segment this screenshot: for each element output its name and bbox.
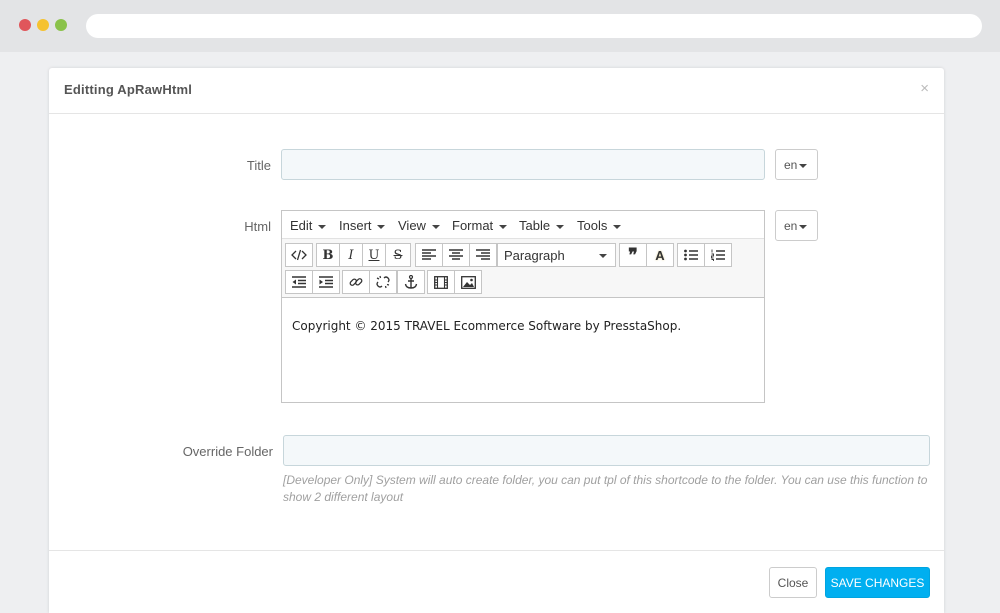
title-input[interactable]: [281, 149, 765, 180]
numbered-list-button[interactable]: [704, 243, 732, 267]
window-close-dot[interactable]: [19, 19, 31, 31]
override-folder-label: Override Folder: [182, 444, 273, 459]
source-code-button[interactable]: [285, 243, 313, 267]
modal-header: Editting ApRawHtml ×: [49, 68, 944, 114]
html-label: Html: [244, 219, 271, 234]
menu-edit-label: Edit: [290, 218, 313, 233]
menu-insert-label: Insert: [339, 218, 372, 233]
bold-icon: B: [322, 247, 334, 263]
film-icon: [434, 275, 448, 289]
insert-image-button[interactable]: [454, 270, 482, 294]
menu-tools[interactable]: Tools: [577, 218, 621, 233]
chevron-down-icon: [555, 224, 564, 229]
align-right-icon: [476, 249, 490, 260]
image-icon: [460, 275, 476, 289]
editor-content[interactable]: Copyright © 2015 TRAVEL Ecommerce Softwa…: [292, 319, 681, 333]
code-icon: [291, 249, 307, 261]
underline-button[interactable]: U: [362, 243, 386, 267]
browser-chrome: [0, 0, 1000, 52]
chevron-down-icon: [612, 224, 621, 229]
align-center-button[interactable]: [442, 243, 470, 267]
chevron-down-icon: [498, 224, 507, 229]
override-folder-help: [Developer Only] System will auto create…: [283, 473, 928, 504]
unlink-icon: [376, 275, 390, 289]
menu-insert[interactable]: Insert: [339, 218, 386, 233]
editor-toolbar: B I U S Paragraph ❞ A: [282, 239, 764, 298]
font-color-button[interactable]: A: [646, 243, 674, 267]
title-language-value: en: [784, 158, 798, 172]
bullet-list-icon: [684, 249, 698, 261]
menu-format[interactable]: Format: [452, 218, 507, 233]
override-folder-input[interactable]: [283, 435, 930, 466]
outdent-button[interactable]: [285, 270, 313, 294]
menu-edit[interactable]: Edit: [290, 218, 327, 233]
text-color-icon: A: [655, 247, 665, 263]
window-maximize-dot[interactable]: [55, 19, 67, 31]
close-icon[interactable]: ×: [920, 80, 929, 97]
block-format-select[interactable]: Paragraph: [497, 243, 616, 267]
insert-link-button[interactable]: [342, 270, 370, 294]
block-format-value: Paragraph: [504, 248, 565, 263]
anchor-button[interactable]: [397, 270, 425, 294]
blockquote-button[interactable]: ❞: [619, 243, 647, 267]
chevron-down-icon: [318, 224, 327, 229]
address-bar[interactable]: [86, 14, 982, 38]
rich-text-editor: Edit Insert View Format Table Tools B I …: [281, 210, 765, 403]
align-center-icon: [449, 249, 463, 260]
chevron-down-icon: [799, 224, 808, 229]
editor-menubar: Edit Insert View Format Table Tools: [282, 211, 764, 239]
save-changes-button[interactable]: SAVE CHANGES: [825, 567, 930, 598]
align-left-button[interactable]: [415, 243, 443, 267]
edit-modal: Editting ApRawHtml × Title en Html Edit …: [49, 68, 944, 613]
window-minimize-dot[interactable]: [37, 19, 49, 31]
indent-button[interactable]: [312, 270, 340, 294]
title-label: Title: [246, 158, 271, 173]
menu-view[interactable]: View: [398, 218, 440, 233]
align-right-button[interactable]: [469, 243, 497, 267]
chevron-down-icon: [599, 254, 607, 258]
strikethrough-button[interactable]: S: [385, 243, 411, 267]
outdent-icon: [292, 276, 306, 288]
menu-table[interactable]: Table: [519, 218, 564, 233]
menu-view-label: View: [398, 218, 426, 233]
menu-table-label: Table: [519, 218, 551, 233]
link-icon: [349, 278, 363, 286]
underline-icon: U: [368, 247, 380, 263]
italic-button[interactable]: I: [339, 243, 363, 267]
italic-icon: I: [348, 247, 354, 263]
align-left-icon: [422, 249, 436, 260]
chevron-down-icon: [431, 224, 440, 229]
modal-footer: Close SAVE CHANGES: [49, 550, 944, 613]
numbered-list-icon: [711, 249, 725, 261]
strikethrough-icon: S: [393, 247, 403, 263]
menu-tools-label: Tools: [577, 218, 608, 233]
menu-format-label: Format: [452, 218, 494, 233]
remove-link-button[interactable]: [369, 270, 397, 294]
modal-title: Editting ApRawHtml: [64, 82, 193, 97]
html-language-value: en: [784, 219, 798, 233]
chevron-down-icon: [799, 163, 808, 168]
insert-media-button[interactable]: [427, 270, 455, 294]
title-language-select[interactable]: en: [775, 149, 818, 180]
html-language-select[interactable]: en: [775, 210, 818, 241]
bullet-list-button[interactable]: [677, 243, 705, 267]
close-button[interactable]: Close: [769, 567, 817, 598]
bold-button[interactable]: B: [316, 243, 340, 267]
indent-icon: [319, 276, 333, 288]
quote-icon: ❞: [628, 244, 638, 266]
anchor-icon: [404, 275, 418, 289]
chevron-down-icon: [377, 224, 386, 229]
